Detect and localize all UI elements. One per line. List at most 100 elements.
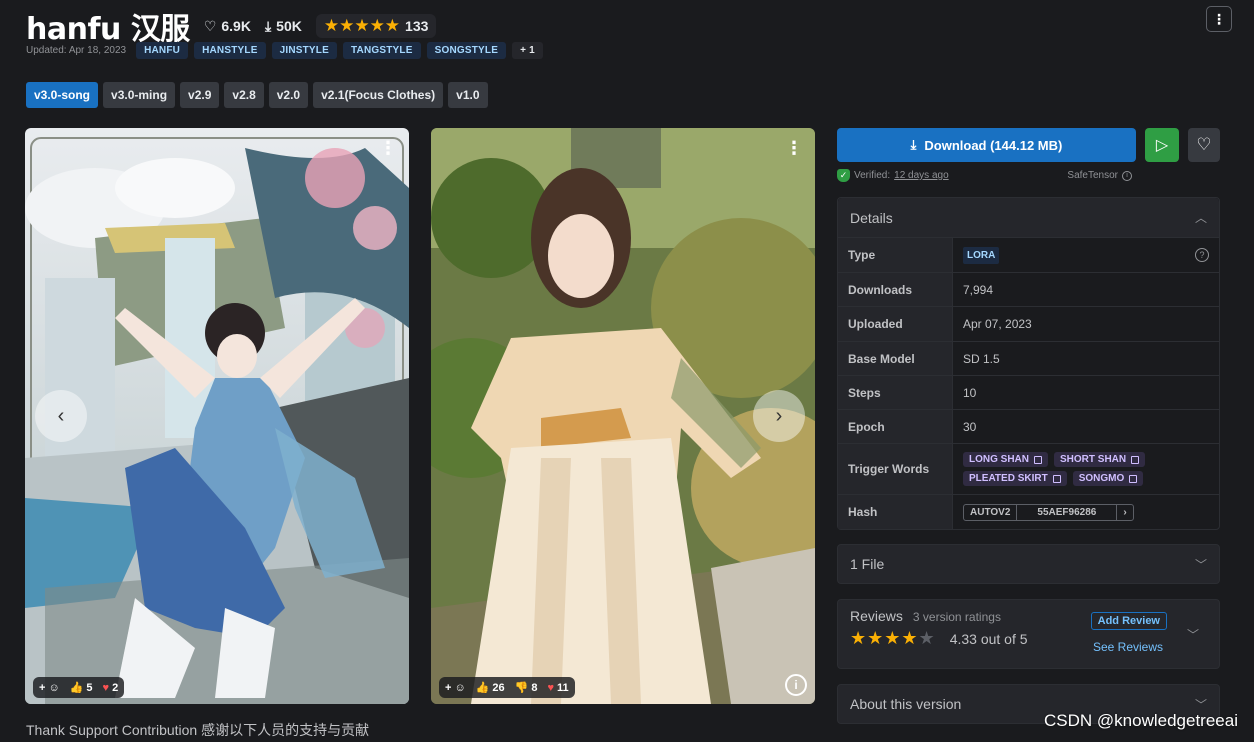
play-icon: ▷ (1155, 137, 1169, 154)
detail-key: Trigger Words (838, 444, 953, 494)
tag-tangstyle[interactable]: TANGSTYLE (342, 42, 421, 59)
verified-row: ✓ Verified: 12 days ago SafeTensor i (837, 169, 1220, 182)
hash-widget[interactable]: AUTOV2 55AEF96286 › (963, 503, 1134, 521)
heart-icon: ♥ (102, 681, 110, 694)
trigger-word-chip[interactable]: SHORT SHAN (1054, 452, 1146, 467)
tag-jinstyle[interactable]: JINSTYLE (271, 42, 337, 59)
trigger-word-text: SHORT SHAN (1060, 454, 1127, 465)
trigger-word-chip[interactable]: SONGMO (1072, 471, 1144, 486)
detail-row-hash: Hash AUTOV2 55AEF96286 › (838, 495, 1219, 529)
trigger-word-text: SONGMO (1078, 473, 1125, 484)
action-row: ⤓ Download (144.12 MB) ▷ ♡ (837, 128, 1220, 162)
thumbs-up-count: 26 (492, 681, 505, 694)
version-tab-v2-9[interactable]: v2.9 (180, 82, 220, 108)
detail-row-uploaded: Uploaded Apr 07, 2023 (838, 307, 1219, 342)
hash-value[interactable]: 55AEF96286 (1017, 504, 1118, 520)
version-tab-v1-0[interactable]: v1.0 (448, 82, 488, 108)
model-sidebar: ⤓ Download (144.12 MB) ▷ ♡ ✓ Verified: 1… (837, 128, 1220, 724)
heart-outline-icon: ♡ (1196, 135, 1212, 154)
gallery-image-1[interactable]: ⋮ ‹ + ☺ 👍 5 ♥ 2 (25, 128, 409, 704)
verified-label: Verified: (854, 170, 891, 181)
watermark: CSDN @knowledgetreeai (1044, 711, 1238, 730)
next-image-button[interactable]: › (753, 390, 805, 442)
help-icon[interactable]: ? (1195, 248, 1209, 262)
add-reaction-button[interactable]: + ☺ (445, 682, 466, 694)
gallery-image-2[interactable]: ⋮ › + ☺ 👍 26 👎 8 ♥ 11 i (431, 128, 815, 704)
info-icon[interactable]: i (1122, 170, 1132, 181)
trigger-words-list: LONG SHAN SHORT SHAN PLEATED SKIRT SONGM… (963, 448, 1209, 490)
files-panel[interactable]: 1 File ﹀ (837, 544, 1220, 584)
rating-count: 133 (405, 18, 429, 34)
favorite-button[interactable]: ♡ (1188, 128, 1220, 162)
chevron-down-icon: ﹀ (1194, 697, 1207, 712)
more-options-button[interactable]: ⋮ (1206, 6, 1232, 32)
thumbs-up-reaction[interactable]: 👍 26 (475, 681, 505, 695)
detail-value: 10 (963, 385, 977, 400)
version-tab-v3-0-song[interactable]: v3.0-song (26, 82, 99, 108)
chevron-up-icon: ︿ (1194, 211, 1207, 225)
download-button[interactable]: ⤓ Download (144.12 MB) (837, 128, 1136, 162)
detail-key: Downloads (838, 273, 953, 306)
review-score: 4.33 out of 5 (949, 630, 1028, 647)
copy-icon (1034, 455, 1042, 464)
about-version-label: About this version (850, 696, 962, 712)
heart-count: 11 (557, 681, 569, 694)
chevron-down-icon: ﹀ (1194, 557, 1207, 572)
verified-date-link[interactable]: 12 days ago (894, 170, 949, 181)
heart-count: 2 (112, 681, 119, 694)
version-tab-v2-1[interactable]: v2.1(Focus Clothes) (313, 82, 444, 108)
tag-hanfu[interactable]: HANFU (136, 42, 189, 59)
version-tab-v2-0[interactable]: v2.0 (268, 82, 309, 108)
heart-reaction[interactable]: ♥ 11 (548, 682, 569, 694)
detail-key: Uploaded (838, 307, 953, 341)
image-1-reactions: + ☺ 👍 5 ♥ 2 (33, 677, 125, 698)
rating-stat[interactable]: ★★★★★ 133 (315, 14, 437, 38)
more-tags-button[interactable]: + 1 (512, 42, 543, 59)
see-reviews-link[interactable]: See Reviews (1093, 640, 1163, 654)
copy-icon (1129, 474, 1138, 483)
thumbs-down-count: 8 (531, 681, 538, 694)
details-panel: Details ︿ Type LORA? Downloads 7,994 Upl… (837, 197, 1220, 530)
detail-key: Hash (838, 495, 953, 529)
image-2-menu-icon[interactable]: ⋮ (785, 138, 803, 159)
detail-value: 30 (963, 419, 977, 434)
version-tab-v2-8[interactable]: v2.8 (224, 82, 264, 108)
star-rating-icon: ★★★★★ (323, 16, 401, 35)
thumbs-up-reaction[interactable]: 👍 5 (69, 681, 93, 695)
detail-row-epoch: Epoch 30 (838, 410, 1219, 444)
version-tab-v3-0-ming[interactable]: v3.0-ming (103, 82, 176, 108)
detail-key: Epoch (838, 410, 953, 443)
detail-row-steps: Steps 10 (838, 376, 1219, 410)
image-info-icon[interactable]: i (785, 674, 807, 696)
add-reaction-button[interactable]: + ☺ (39, 682, 60, 694)
thumbs-up-icon: 👍 (475, 682, 490, 694)
add-review-button[interactable]: Add Review (1090, 612, 1167, 630)
hash-type-selector[interactable]: AUTOV2 (964, 504, 1018, 520)
thumbs-up-icon: 👍 (69, 682, 84, 694)
details-header[interactable]: Details ︿ (838, 198, 1219, 238)
detail-row-downloads: Downloads 7,994 (838, 273, 1219, 307)
detail-row-trigger-words: Trigger Words LONG SHAN SHORT SHAN PLEAT… (838, 444, 1219, 495)
chevron-right-icon[interactable]: › (1117, 505, 1132, 520)
shield-check-icon: ✓ (837, 169, 850, 182)
detail-key: Base Model (838, 342, 953, 375)
description-preview: Thank Support Contribution 感谢以下人员的支持与贡献 (26, 722, 370, 738)
likes-count: 6.9K (221, 18, 251, 34)
image-1-menu-icon[interactable]: ⋮ (379, 138, 397, 159)
heart-outline-icon: ♡ (203, 17, 217, 34)
heart-reaction[interactable]: ♥ 2 (103, 682, 119, 694)
detail-row-base-model: Base Model SD 1.5 (838, 342, 1219, 376)
trigger-word-chip[interactable]: PLEATED SKIRT (963, 471, 1067, 486)
meta-row: Updated: Apr 18, 2023 HANFU HANSTYLE JIN… (26, 42, 543, 59)
downloads-stat: ⤓ 50K (265, 18, 302, 35)
verified-status: ✓ Verified: 12 days ago (837, 169, 949, 182)
tag-hanstyle[interactable]: HANSTYLE (194, 42, 266, 59)
run-button[interactable]: ▷ (1145, 128, 1179, 162)
trigger-word-chip[interactable]: LONG SHAN (963, 452, 1048, 467)
tag-songstyle[interactable]: SONGSTYLE (426, 42, 507, 59)
copy-icon (1131, 455, 1140, 464)
prev-image-button[interactable]: ‹ (35, 390, 87, 442)
chevron-down-icon[interactable]: ﹀ (1187, 626, 1199, 643)
thumbs-down-reaction[interactable]: 👎 8 (515, 681, 538, 695)
copy-icon (1052, 474, 1061, 483)
